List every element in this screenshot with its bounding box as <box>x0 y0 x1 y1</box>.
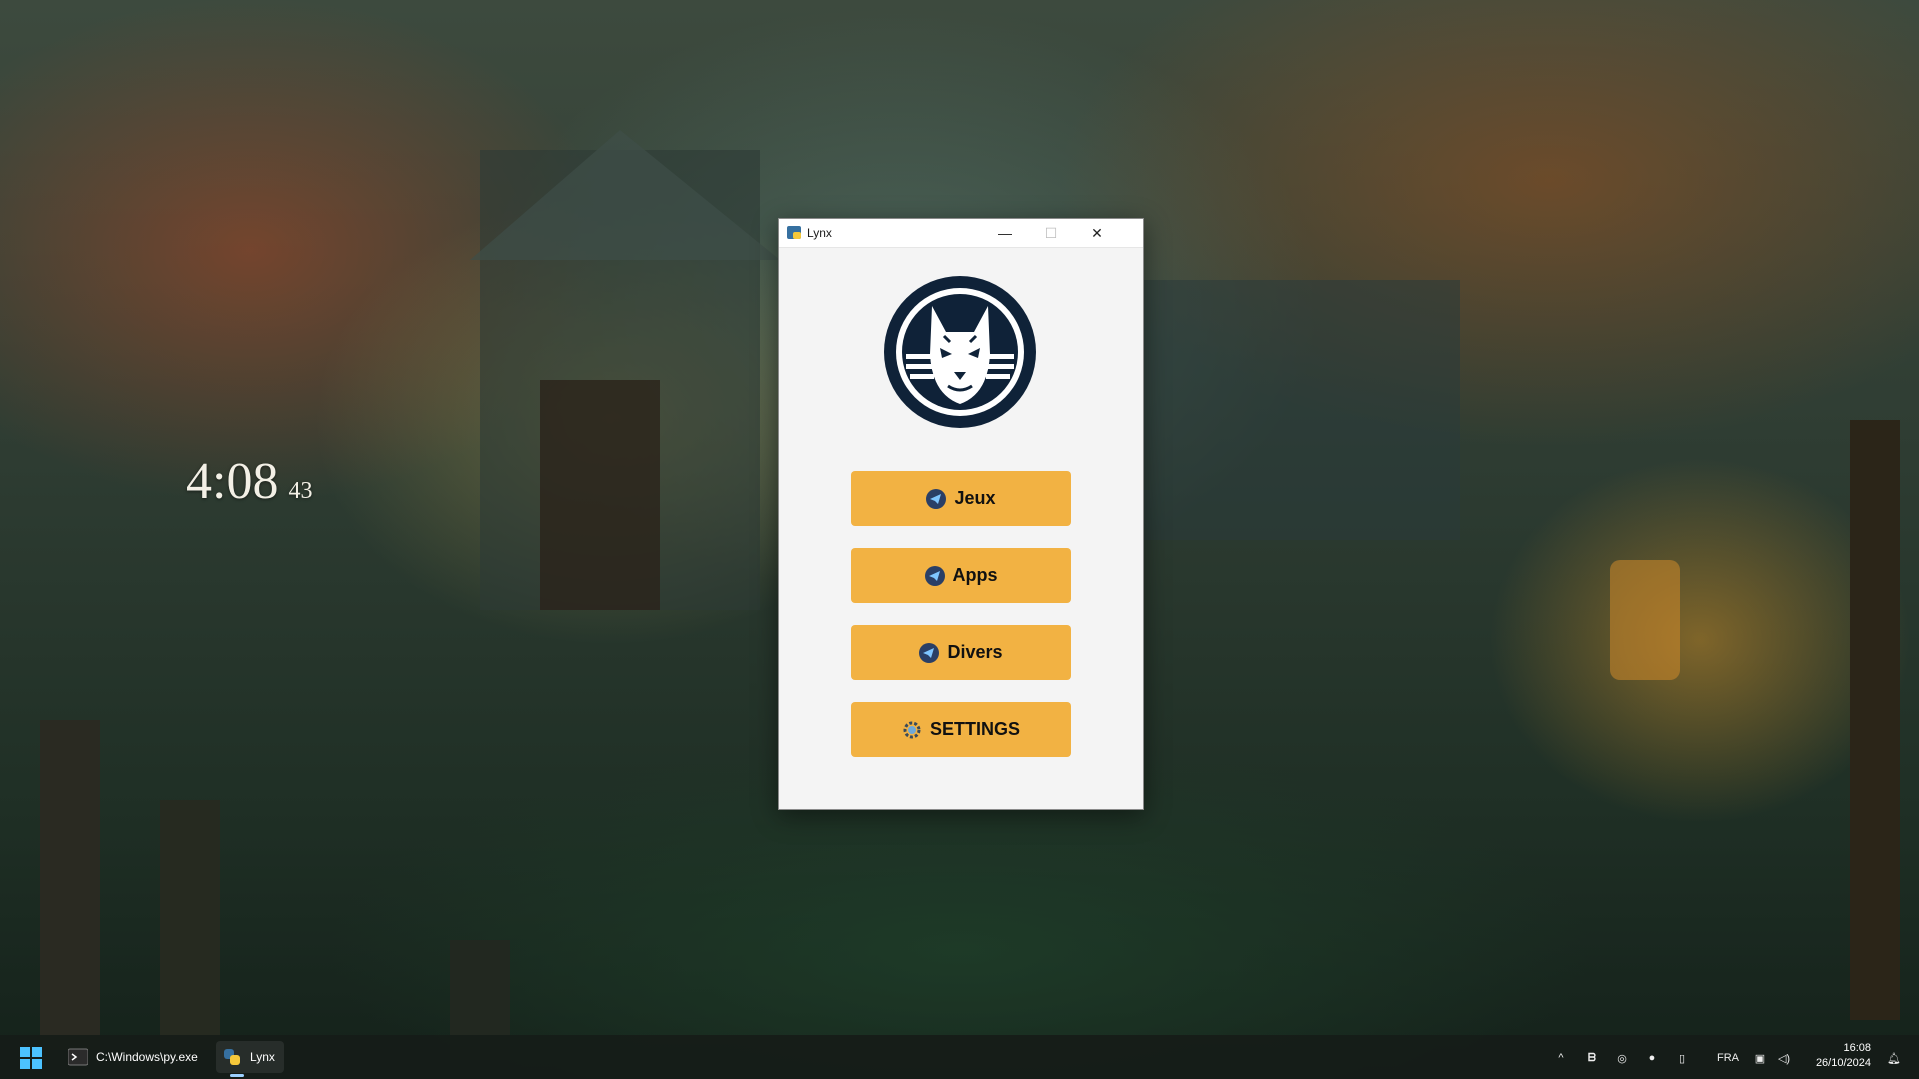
jeux-label: Jeux <box>954 488 996 508</box>
window-title: Lynx <box>807 226 832 240</box>
tray-app-icon[interactable]: ◎ <box>1614 1049 1630 1067</box>
apps-button[interactable]: Apps <box>851 548 1071 603</box>
minimize-button[interactable]: — <box>983 219 1027 247</box>
tray-circle-icon[interactable]: ● <box>1644 1049 1660 1067</box>
taskbar-clock[interactable]: 16:08 26/10/2024 <box>1816 1041 1871 1071</box>
taskbar-item-lynx[interactable]: Lynx <box>216 1041 284 1073</box>
title-bar[interactable]: Lynx — ☐ ✕ <box>779 219 1143 248</box>
python-icon <box>787 226 801 239</box>
settings-label: SETTINGS <box>929 719 1020 739</box>
maximize-icon: ☐ <box>1044 224 1058 241</box>
battery-icon[interactable]: ▯ <box>1674 1049 1690 1067</box>
close-icon: ✕ <box>1091 224 1103 241</box>
taskbar: C:\Windows\py.exe Lynx ^ ᗷ ◎ ● ▯ FRA ▣ ◁… <box>0 1035 1919 1079</box>
jeux-button[interactable]: Jeux <box>851 471 1071 526</box>
divers-button[interactable]: Divers <box>851 625 1071 680</box>
lynx-taskbar-label: Lynx <box>250 1050 275 1064</box>
taskbar-item-terminal[interactable]: C:\Windows\py.exe <box>62 1041 198 1073</box>
terminal-icon <box>68 1048 88 1066</box>
lynx-window: Lynx — ☐ ✕ Jeux Apps Divers SETTINGS <box>778 218 1144 810</box>
clock-seconds: 43 <box>288 478 313 504</box>
volume-icon[interactable]: ◁) <box>1776 1049 1792 1067</box>
active-indicator <box>230 1074 244 1077</box>
telegram-plane-icon <box>919 642 940 663</box>
notification-bell-icon[interactable]: 🔔︎ <box>1886 1049 1902 1067</box>
language-indicator[interactable]: FRA <box>1714 1049 1742 1067</box>
desktop-clock: 4:08 43 <box>186 452 312 521</box>
telegram-plane-icon <box>924 565 945 586</box>
clock-time: 4:08 <box>186 453 279 510</box>
telegram-plane-icon <box>926 488 947 509</box>
divers-label: Divers <box>947 642 1003 662</box>
network-icon[interactable]: ▣ <box>1752 1049 1768 1067</box>
maximize-button[interactable]: ☐ <box>1029 219 1073 247</box>
lynx-logo <box>884 276 1036 428</box>
taskbar-date: 26/10/2024 <box>1815 1057 1871 1069</box>
apps-label: Apps <box>952 565 998 585</box>
settings-button[interactable]: SETTINGS <box>851 702 1071 757</box>
tray-overflow-chevron-icon[interactable]: ^ <box>1553 1049 1569 1067</box>
gear-icon <box>903 721 921 738</box>
minimize-icon: — <box>998 225 1012 241</box>
close-button[interactable]: ✕ <box>1075 219 1119 247</box>
python-icon <box>224 1049 240 1065</box>
windows-start-icon[interactable] <box>20 1047 42 1069</box>
taskbar-time: 16:08 <box>1843 1042 1871 1054</box>
terminal-label: C:\Windows\py.exe <box>96 1050 198 1064</box>
tray-app-icon-b[interactable]: ᗷ <box>1584 1049 1600 1067</box>
